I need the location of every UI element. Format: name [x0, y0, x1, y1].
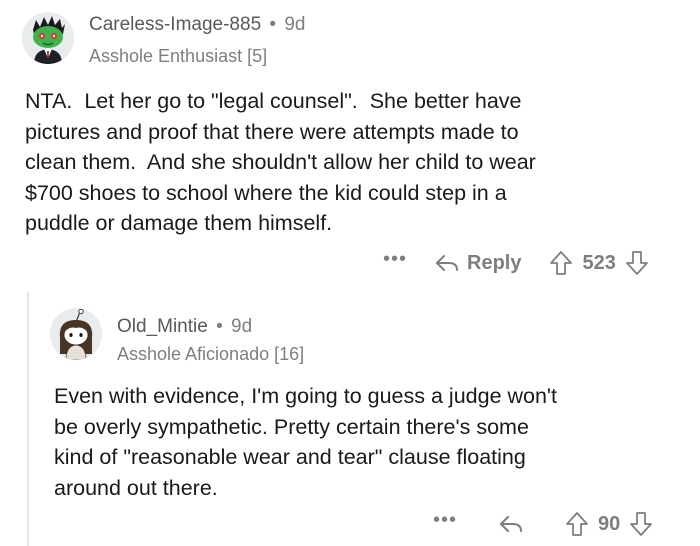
avatar[interactable]: [50, 308, 102, 360]
comment-body-line: NTA. Let her go to "legal counsel". She …: [25, 89, 522, 113]
comment-body-line: $700 shoes to school where the kid could…: [25, 180, 507, 205]
comment-actions: ••• 90: [433, 509, 653, 539]
comment-body-line: be overly sympathetic. Pretty certain th…: [54, 414, 529, 439]
meta-separator: •: [269, 14, 277, 35]
comment-1: Careless-Image-885 • 9d Asshole Enthusia…: [0, 0, 700, 290]
avatar[interactable]: [22, 12, 74, 64]
reply-button[interactable]: [499, 514, 523, 534]
vote-score: 523: [582, 251, 616, 274]
comment-body-line: Even with evidence, I'm going to guess a…: [54, 384, 558, 408]
downvote-arrow-icon: [630, 512, 653, 536]
comment-age: 9d: [284, 14, 306, 35]
comment-body-line: kind of "reasonable wear and tear" claus…: [54, 445, 526, 469]
reply-label: Reply: [467, 251, 522, 274]
user-flair: Asshole Aficionado [16]: [117, 344, 305, 364]
comment-2: Old_Mintie • 9d Asshole Aficionado [16] …: [0, 290, 700, 546]
upvote-arrow-icon: [550, 251, 573, 275]
comment-header: Careless-Image-885 • 9d: [89, 14, 306, 36]
comment-actions: ••• Reply 523: [383, 248, 649, 278]
reply-arrow-icon: [436, 255, 459, 271]
comment-body-line: clean them. And she shouldn't allow her …: [25, 150, 536, 174]
reply-arrow-icon: [500, 516, 523, 532]
upvote-button[interactable]: [549, 250, 573, 276]
green-snoo-avatar-icon: [22, 12, 74, 64]
username[interactable]: Careless-Image-885: [89, 14, 261, 35]
vote-score: 90: [598, 512, 621, 535]
comment-age: 9d: [231, 316, 253, 337]
meta-separator: •: [216, 316, 223, 337]
username[interactable]: Old_Mintie: [117, 316, 208, 337]
comment-body-line: puddle or damage them himself.: [25, 211, 333, 235]
more-options-button[interactable]: •••: [433, 510, 457, 530]
comment-header: Old_Mintie • 9d: [117, 316, 252, 338]
comment-body: NTA. Let her go to "legal counsel". She …: [25, 86, 690, 239]
more-options-button[interactable]: •••: [383, 249, 407, 269]
downvote-arrow-icon: [625, 251, 648, 275]
comment-body: Even with evidence, I'm going to guess a…: [54, 381, 694, 503]
downvote-button[interactable]: [629, 511, 653, 537]
comment-body-line: pictures and proof that there were attem…: [25, 119, 519, 144]
upvote-button[interactable]: [565, 511, 589, 537]
downvote-button[interactable]: [625, 250, 649, 276]
comment-body-line: around out there.: [54, 475, 218, 500]
upvote-arrow-icon: [566, 512, 588, 536]
girl-avatar-icon: [50, 308, 102, 360]
reply-button[interactable]: Reply: [435, 252, 521, 275]
user-flair: Asshole Enthusiast [5]: [89, 46, 268, 66]
